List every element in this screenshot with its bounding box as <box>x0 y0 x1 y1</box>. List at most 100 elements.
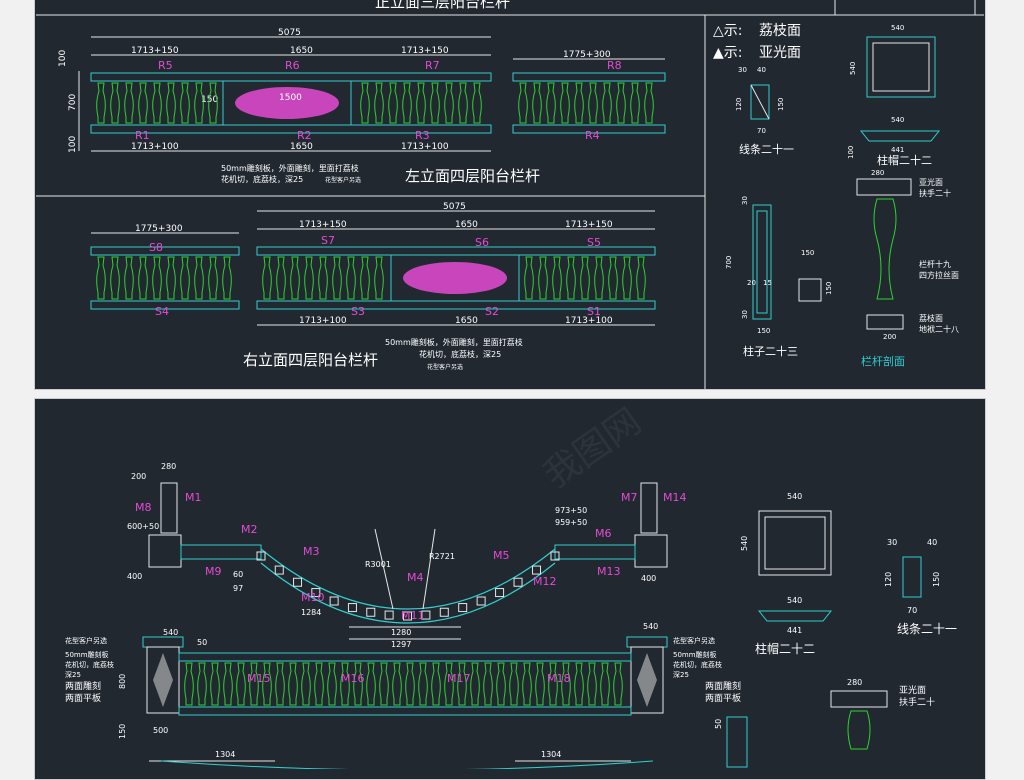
plan-square <box>384 610 394 620</box>
elev-note-12: 两面平板 <box>705 692 741 704</box>
baluster <box>388 82 398 124</box>
section-dim-2: 50 <box>714 719 723 729</box>
dim-top-3: 1713+150 <box>401 46 449 56</box>
post-groove <box>756 210 768 314</box>
baluster <box>138 256 148 300</box>
dim-bottom-1: 1713+100 <box>131 142 179 152</box>
note-small: 花型客户另选 <box>427 363 463 371</box>
molding-dim-3: 120 <box>884 572 893 587</box>
label-r1: R1 <box>135 129 150 142</box>
plan-square <box>513 577 523 587</box>
plan-square <box>532 565 542 575</box>
baluster-section <box>847 710 871 750</box>
cap-dim-1: 540 <box>891 24 904 32</box>
baluster <box>602 82 612 124</box>
label-s8: S8 <box>149 241 163 254</box>
section-note-1: 亚光面 <box>899 684 926 696</box>
label-r2: R2 <box>297 129 312 142</box>
elev-note-6: 两面平板 <box>65 692 101 704</box>
baluster <box>96 256 106 300</box>
cap-dim-3: 540 <box>787 596 802 605</box>
baluster <box>180 82 190 124</box>
baluster <box>546 82 556 124</box>
baluster <box>588 82 598 124</box>
molding-dim-1: 30 <box>738 66 747 74</box>
label-r4: R4 <box>585 129 600 142</box>
radius-line <box>422 528 436 610</box>
dim-carving: 1500 <box>279 93 302 103</box>
cap-label: 柱帽二十二 <box>877 153 932 167</box>
top-drawing-canvas: 正立面三层阳台栏杆 5075 1713+150 1650 1713+150 17… <box>36 0 984 389</box>
plan-rail-right <box>554 544 636 560</box>
dim-side-top: 1775+300 <box>135 224 183 234</box>
cut-title: 正立面三层阳台栏杆 <box>375 0 510 11</box>
dim-bottom-3: 1713+100 <box>565 316 613 326</box>
baluster <box>416 82 426 124</box>
baluster <box>288 662 298 706</box>
plan-label: M5 <box>493 549 510 562</box>
cap-plan-inner <box>872 42 930 92</box>
post-dim-4: 20 <box>747 279 756 287</box>
plan-square <box>329 596 339 606</box>
baluster <box>418 662 428 706</box>
plan-square <box>458 603 468 613</box>
molding-dim-4: 150 <box>777 98 785 111</box>
plan-label: M10 <box>301 591 325 604</box>
base-section <box>866 314 904 330</box>
baluster <box>374 82 384 124</box>
plan-dim: R3001 <box>365 560 391 569</box>
baluster <box>327 662 337 706</box>
post-dim-6: 150 <box>757 327 770 335</box>
baluster <box>332 256 342 300</box>
handrail <box>512 72 666 82</box>
post-label: 柱子二十三 <box>743 344 798 358</box>
elev-note-3: 花机切，底荔枝 <box>65 660 114 669</box>
carving-ornament <box>403 262 507 294</box>
plan-dim: 97 <box>233 584 243 593</box>
legend-symbol-2: ▲示: <box>713 45 742 61</box>
plan-view: M1 M2 M3 M4 M5 M6 M7 M8 M9 M10 M11 M12 M13 M14 280 200 6… <box>127 462 687 649</box>
plan-dim: 973+50 <box>555 506 587 515</box>
elev-note-11: 两面雕刻 <box>705 680 741 692</box>
label-s6: S6 <box>475 236 489 249</box>
baluster <box>110 256 120 300</box>
baluster <box>392 662 402 706</box>
baluster <box>587 662 597 706</box>
plan-label: M13 <box>597 565 621 578</box>
baluster <box>644 82 654 124</box>
label-s7: S7 <box>321 234 335 247</box>
dim-side-top: 1775+300 <box>563 50 611 60</box>
bottom-details: 540 540 540 441 柱帽二十二 30 40 120 150 70 线… <box>714 492 957 768</box>
elev-base <box>178 706 632 716</box>
dim-top-2: 1650 <box>455 220 478 230</box>
baluster <box>608 256 618 300</box>
elev-note-10: 深25 <box>673 670 689 679</box>
elev-dim-1: 540 <box>163 628 178 637</box>
plan-square <box>476 596 486 606</box>
handrail <box>90 246 240 256</box>
molding-dim-5: 70 <box>907 606 917 615</box>
section-label: 栏杆剖面 <box>861 354 905 368</box>
baluster <box>532 82 542 124</box>
post-dim-5: 15 <box>763 279 772 287</box>
section-note-3: 栏杆十九 <box>919 259 951 269</box>
baluster <box>535 662 545 706</box>
baluster <box>275 662 285 706</box>
plan-dim: 600+50 <box>127 522 159 531</box>
section-note-2: 扶手二十 <box>919 188 951 198</box>
baluster <box>600 662 610 706</box>
elev-dim-3: 50 <box>197 638 207 647</box>
post-dim-2: 150 <box>801 249 814 257</box>
molding-dim-1: 30 <box>887 538 897 547</box>
handrail-section <box>830 690 888 708</box>
left-title: 左立面四层阳台栏杆 <box>405 167 540 185</box>
plan-label: M3 <box>303 545 320 558</box>
pier-cap-right <box>626 636 668 648</box>
cap-dim-3: 540 <box>891 116 904 124</box>
baluster <box>301 662 311 706</box>
baluster <box>522 662 532 706</box>
base-rail <box>90 124 492 134</box>
elev-note-8: 50mm雕刻板 <box>673 650 717 659</box>
dim-top-1: 1713+150 <box>299 220 347 230</box>
baluster <box>622 256 632 300</box>
